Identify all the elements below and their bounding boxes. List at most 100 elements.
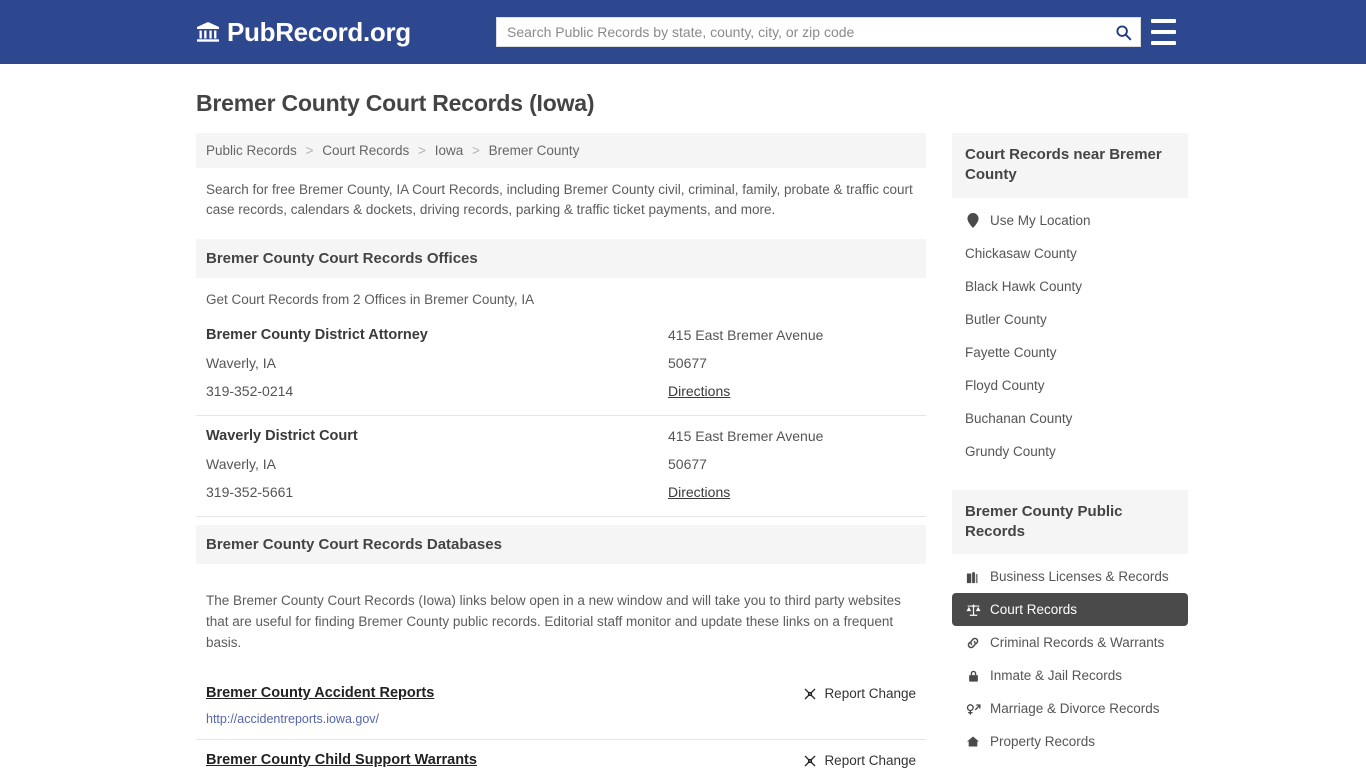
sidebar-item-court-records[interactable]: Court Records	[952, 593, 1188, 626]
office-street: 415 East Bremer Avenue	[668, 326, 824, 343]
public-records-list: Business Licenses & Records Court Record…	[952, 554, 1188, 758]
page-intro-text: Search for free Bremer County, IA Court …	[206, 182, 913, 218]
sidebar-item-buchanan-county[interactable]: Buchanan County	[952, 402, 1188, 435]
breadcrumb-item-public-records[interactable]: Public Records	[206, 143, 297, 158]
sidebar-item-business-licenses[interactable]: Business Licenses & Records	[952, 560, 1188, 593]
office-row: Waverly District Court Waverly, IA 319-3…	[196, 416, 926, 517]
directions-link[interactable]: Directions	[668, 484, 730, 500]
office-name[interactable]: Bremer County District Attorney	[206, 327, 668, 343]
breadcrumb-separator: >	[418, 143, 426, 158]
breadcrumb-item-iowa[interactable]: Iowa	[435, 143, 464, 158]
sidebar-item-label: Criminal Records & Warrants	[990, 635, 1165, 650]
sidebar-item-butler-county[interactable]: Butler County	[952, 303, 1188, 336]
report-change-label: Report Change	[824, 753, 916, 768]
bank-icon	[196, 20, 220, 44]
database-link-row: Bremer County Child Support Warrants htt…	[196, 740, 926, 768]
sidebar-item-grundy-county[interactable]: Grundy County	[952, 435, 1188, 468]
site-logo-text: PubRecord.org	[227, 17, 411, 47]
sidebar-item-use-my-location[interactable]: Use My Location	[952, 204, 1188, 237]
databases-section-description: The Bremer County Court Records (Iowa) l…	[206, 593, 901, 650]
search-icon	[1115, 24, 1132, 41]
sidebar-item-property-records[interactable]: Property Records	[952, 725, 1188, 758]
hamburger-menu-icon	[1151, 41, 1176, 45]
sidebar-item-black-hawk-county[interactable]: Black Hawk County	[952, 270, 1188, 303]
sidebar: Court Records near Bremer County Use My …	[952, 133, 1188, 758]
office-zip: 50677	[668, 455, 707, 472]
breadcrumb-separator: >	[305, 143, 314, 158]
breadcrumb: Public Records > Court Records > Iowa > …	[196, 133, 926, 168]
sidebar-item-label: Grundy County	[965, 443, 1056, 459]
database-link-row: Bremer County Accident Reports http://ac…	[196, 673, 926, 741]
database-link-url[interactable]: http://accidentreports.iowa.gov/	[206, 712, 379, 726]
hamburger-menu-icon	[1151, 19, 1176, 23]
sidebar-item-label: Black Hawk County	[965, 278, 1083, 294]
office-city-state: Waverly, IA	[206, 354, 277, 371]
office-left-column: Waverly District Court Waverly, IA 319-3…	[206, 428, 668, 502]
nearby-counties-heading: Court Records near Bremer County	[952, 133, 1188, 198]
scales-icon	[965, 603, 981, 617]
office-right-column: 415 East Bremer Avenue 50677 Directions	[668, 327, 916, 401]
briefcase-icon	[965, 570, 981, 584]
offices-section-subtitle: Get Court Records from 2 Offices in Brem…	[206, 291, 535, 307]
venus-mars-icon	[965, 702, 981, 716]
office-phone: 319-352-5661	[206, 483, 294, 500]
unlink-icon	[803, 687, 817, 701]
database-link-title[interactable]: Bremer County Accident Reports	[206, 685, 434, 701]
sidebar-item-label: Use My Location	[990, 212, 1091, 228]
sidebar-item-label: Fayette County	[965, 344, 1057, 360]
sidebar-item-label: Property Records	[990, 734, 1096, 749]
sidebar-item-label: Inmate & Jail Records	[990, 668, 1123, 683]
sidebar-item-label: Court Records	[990, 602, 1078, 617]
sidebar-item-fayette-county[interactable]: Fayette County	[952, 336, 1188, 369]
sidebar-item-floyd-county[interactable]: Floyd County	[952, 369, 1188, 402]
databases-section-heading: Bremer County Court Records Databases	[196, 524, 926, 564]
office-name[interactable]: Waverly District Court	[206, 428, 668, 444]
sidebar-item-label: Buchanan County	[965, 410, 1073, 426]
search-button[interactable]	[1106, 18, 1140, 46]
database-link-text-block: Bremer County Accident Reports http://ac…	[206, 685, 434, 728]
breadcrumb-item-court-records[interactable]: Court Records	[322, 143, 409, 158]
hamburger-menu-button[interactable]	[1151, 19, 1176, 45]
database-link-title[interactable]: Bremer County Child Support Warrants	[206, 752, 477, 768]
report-change-button[interactable]: Report Change	[803, 685, 916, 701]
site-logo[interactable]: PubRecord.org	[196, 19, 411, 45]
sidebar-item-label: Chickasaw County	[965, 245, 1077, 261]
report-change-button[interactable]: Report Change	[803, 752, 916, 768]
search-bar	[496, 17, 1141, 47]
sidebar-item-label: Butler County	[965, 311, 1047, 327]
page-body: Bremer County Court Records (Iowa) Publi…	[0, 90, 1366, 768]
sidebar-item-label: Floyd County	[965, 377, 1045, 393]
directions-link[interactable]: Directions	[668, 383, 730, 399]
breadcrumb-separator: >	[471, 143, 480, 158]
office-left-column: Bremer County District Attorney Waverly,…	[206, 327, 668, 401]
search-input[interactable]	[497, 18, 1106, 46]
public-records-heading: Bremer County Public Records	[952, 489, 1188, 554]
sidebar-item-inmate-jail-records[interactable]: Inmate & Jail Records	[952, 659, 1188, 692]
map-pin-icon	[965, 212, 981, 228]
office-phone: 319-352-0214	[206, 382, 294, 399]
page-title: Bremer County Court Records (Iowa)	[196, 90, 595, 116]
office-zip: 50677	[668, 354, 707, 371]
sidebar-item-chickasaw-county[interactable]: Chickasaw County	[952, 237, 1188, 270]
sidebar-item-label: Business Licenses & Records	[990, 569, 1169, 584]
sidebar-item-label: Marriage & Divorce Records	[990, 701, 1160, 716]
home-icon	[965, 735, 981, 748]
office-row: Bremer County District Attorney Waverly,…	[196, 315, 926, 416]
database-link-text-block: Bremer County Child Support Warrants htt…	[206, 752, 477, 768]
unlink-icon	[803, 754, 817, 768]
office-street: 415 East Bremer Avenue	[668, 427, 824, 444]
office-city-state: Waverly, IA	[206, 455, 277, 472]
link-icon	[965, 636, 981, 650]
sidebar-item-marriage-divorce-records[interactable]: Marriage & Divorce Records	[952, 692, 1188, 725]
site-header: PubRecord.org	[0, 0, 1366, 64]
breadcrumb-item-bremer-county[interactable]: Bremer County	[489, 143, 580, 158]
sidebar-item-criminal-records[interactable]: Criminal Records & Warrants	[952, 626, 1188, 659]
offices-section-heading: Bremer County Court Records Offices	[196, 238, 926, 278]
lock-icon	[965, 669, 981, 683]
report-change-label: Report Change	[824, 686, 916, 702]
nearby-counties-list: Use My Location Chickasaw County Black H…	[952, 198, 1188, 468]
main-content: Public Records > Court Records > Iowa > …	[196, 133, 926, 768]
hamburger-menu-icon	[1151, 30, 1176, 34]
office-right-column: 415 East Bremer Avenue 50677 Directions	[668, 428, 916, 502]
